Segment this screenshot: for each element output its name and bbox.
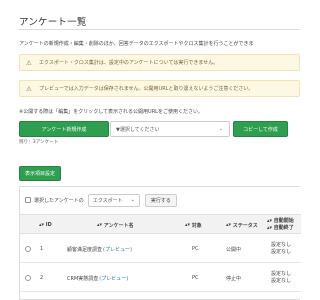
copy-create-button[interactable]: コピーして作成 bbox=[233, 121, 288, 137]
survey-name-link[interactable]: 顧客満足度調査 bbox=[67, 246, 102, 253]
bulk-action-value: エクスポート bbox=[92, 197, 123, 204]
row-id: 2 bbox=[40, 275, 44, 281]
page-description: アンケートの新規作成・編集・削除のほか、回答データのエクスポートやクロス集計を行… bbox=[19, 41, 254, 47]
auto-start-value: 設定なし bbox=[271, 242, 292, 248]
remaining-count: 残り：3アンケート bbox=[19, 140, 59, 145]
alert-export-disabled: ⚠ エクスポート・クロス集計は、設定中のアンケートについては実行できません。 bbox=[19, 54, 300, 71]
sort-icon: ▴▾ bbox=[226, 222, 233, 228]
create-survey-button[interactable]: アンケート新規作成 bbox=[19, 121, 109, 137]
bulk-action-label: 選択したアンケートの bbox=[34, 197, 84, 204]
auto-end-value: 設定なし bbox=[271, 278, 292, 284]
table-header: ▴▾ ID ▴▾ アンケート名 ▴▾ 対象 ▴▾ ステータス ▴▾ 自動開始 ▴… bbox=[20, 214, 301, 234]
template-select-value: ▼選択してください bbox=[116, 126, 160, 133]
preview-link[interactable]: (プレビュー) bbox=[99, 275, 128, 282]
column-header-target[interactable]: ▴▾ 対象 bbox=[185, 215, 202, 235]
preview-link[interactable]: (プレビュー) bbox=[103, 246, 132, 253]
bulk-action-toolbar: 選択したアンケートの エクスポート ⌄ 実行する bbox=[20, 187, 301, 213]
row-id: 1 bbox=[40, 246, 44, 252]
row-radio[interactable] bbox=[25, 246, 31, 252]
row-auto: 設定なし 設定なし bbox=[271, 264, 291, 292]
row-auto: 設定なし 設定なし bbox=[271, 235, 291, 263]
display-settings-button[interactable]: 表示項目設定 bbox=[19, 166, 61, 181]
table-row: 1 顧客満足度調査 (プレビュー) PC 公開中 設定なし 設定なし bbox=[20, 235, 301, 263]
sort-icon: ▴▾ bbox=[267, 218, 274, 224]
row-radio[interactable] bbox=[25, 275, 31, 281]
alert-text: エクスポート・クロス集計は、設定中のアンケートについては実行できません。 bbox=[39, 60, 219, 66]
auto-end-value: 設定なし bbox=[271, 249, 292, 255]
chevron-down-icon: ⌄ bbox=[218, 126, 223, 132]
row-status: 停止中 bbox=[226, 275, 242, 282]
chevron-down-icon: ⌄ bbox=[130, 197, 135, 203]
page-title: アンケート一覧 bbox=[19, 17, 87, 28]
survey-name-link[interactable]: CRM実態調査 bbox=[67, 275, 98, 282]
select-all-checkbox[interactable] bbox=[25, 197, 31, 203]
sort-icon: ▴▾ bbox=[267, 225, 274, 231]
column-header-status[interactable]: ▴▾ ステータス bbox=[226, 215, 258, 235]
alert-preview-notice: ⚠ プレビューでは入力データは保存されません。公開用URLと取り違えないようご注… bbox=[19, 80, 300, 97]
bulk-action-select[interactable]: エクスポート ⌄ bbox=[87, 193, 140, 207]
warning-icon: ⚠ bbox=[26, 84, 32, 93]
row-status: 公開中 bbox=[226, 246, 242, 253]
sort-icon: ▴▾ bbox=[97, 222, 104, 228]
column-header-name[interactable]: ▴▾ アンケート名 bbox=[97, 215, 134, 235]
title-divider bbox=[19, 29, 300, 30]
publish-help-text: ※公開する際は「編集」をクリックして表示される公開用URLをご使用ください。 bbox=[19, 109, 203, 115]
warning-icon: ⚠ bbox=[26, 58, 32, 67]
execute-button[interactable]: 実行する bbox=[144, 193, 177, 207]
alert-text: プレビューでは入力データは保存されません。公開用URLと取り違えないようご注意く… bbox=[39, 86, 254, 92]
row-target: PC bbox=[192, 275, 199, 281]
template-select[interactable]: ▼選択してください ⌄ bbox=[110, 121, 230, 137]
auto-start-value: 設定なし bbox=[271, 271, 292, 277]
column-header-auto[interactable]: ▴▾ 自動開始 ▴▾ 自動終了 bbox=[267, 215, 294, 235]
row-target: PC bbox=[192, 246, 199, 252]
sort-icon: ▴▾ bbox=[185, 222, 192, 228]
sort-icon: ▴▾ bbox=[39, 222, 46, 228]
column-header-id[interactable]: ▴▾ ID bbox=[39, 215, 52, 235]
row-name: CRM実態調査 (プレビュー) bbox=[67, 264, 128, 292]
table-row: 2 CRM実態調査 (プレビュー) PC 停止中 設定なし 設定なし bbox=[20, 264, 301, 292]
row-name: 顧客満足度調査 (プレビュー) bbox=[67, 235, 132, 263]
survey-table-panel: 選択したアンケートの エクスポート ⌄ 実行する ▴▾ ID ▴▾ アンケート名… bbox=[19, 186, 301, 300]
